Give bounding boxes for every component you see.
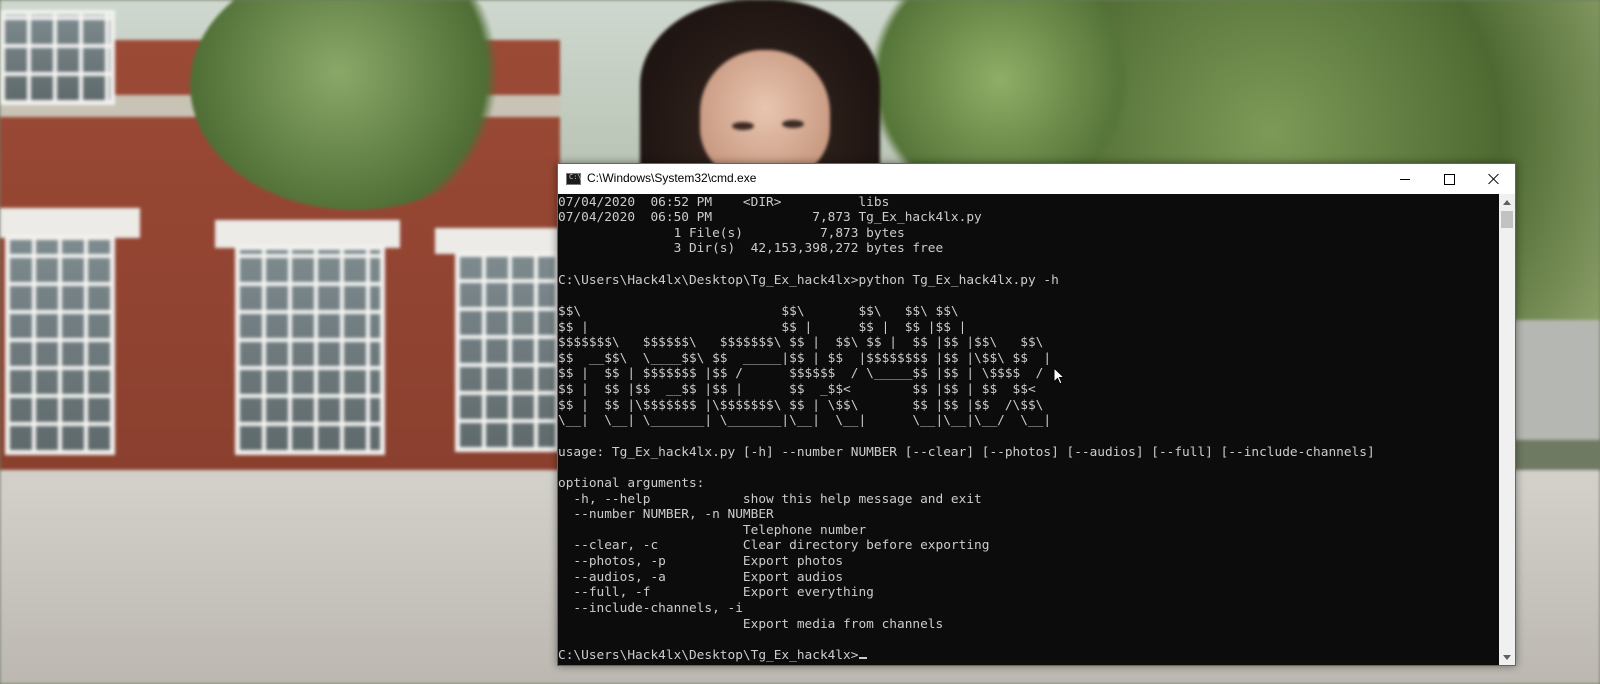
ascii-art-line: $$ | $$ | $$ | $$ |$$ | <box>558 320 967 335</box>
wallpaper-person-eye <box>732 122 754 130</box>
close-icon <box>1488 173 1500 185</box>
minimize-button[interactable] <box>1382 164 1427 194</box>
console-output[interactable]: 07/04/2020 06:52 PM <DIR> libs 07/04/202… <box>558 194 1499 665</box>
ascii-art-line: $$$$$$$\ $$$$$$\ $$$$$$$\ $$ | $$\ $$ | … <box>558 335 1044 350</box>
command-prompt-line[interactable]: C:\Users\Hack4lx\Desktop\Tg_Ex_hack4lx> <box>558 648 868 664</box>
maximize-button[interactable] <box>1427 164 1472 194</box>
ascii-art-line: $$ | $$ | $$$$$$$ |$$ / $$$$$$ / \_____$… <box>558 366 1044 381</box>
cmd-window[interactable]: C:\ C:\Windows\System32\cmd.exe 07/04/20… <box>557 163 1516 666</box>
scrollbar-thumb[interactable] <box>1501 211 1513 228</box>
console-line: --include-channels, -i <box>558 601 743 616</box>
console-line: --clear, -c Clear directory before expor… <box>558 538 990 553</box>
usage-line: usage: Tg_Ex_hack4lx.py [-h] --number NU… <box>558 445 1375 460</box>
console-line: optional arguments: <box>558 476 705 491</box>
console-line: 07/04/2020 06:52 PM <DIR> libs <box>558 195 890 210</box>
scroll-up-button[interactable] <box>1499 194 1515 210</box>
text-caret <box>859 657 868 659</box>
wallpaper-window-lintel <box>215 220 400 248</box>
console-line: 1 File(s) 7,873 bytes <box>558 226 905 241</box>
mouse-pointer-icon <box>1053 367 1065 385</box>
minimize-icon <box>1399 178 1410 180</box>
scroll-up-arrow-icon <box>1503 199 1511 205</box>
ascii-art-line: $$ | $$ |$$ __$$ |$$ | $$ _$$< $$ |$$ | … <box>558 382 1036 397</box>
window-title: C:\Windows\System32\cmd.exe <box>587 171 757 185</box>
wallpaper-window-lintel <box>435 228 560 254</box>
ascii-art-line: $$ __$$\ \____$$\ $$ _____|$$ | $$ |$$$$… <box>558 351 1052 366</box>
console-line: 3 Dir(s) 42,153,398,272 bytes free <box>558 241 944 256</box>
console-line: --number NUMBER, -n NUMBER <box>558 507 774 522</box>
wallpaper-window <box>5 235 115 455</box>
wallpaper-window-lintel <box>0 208 140 238</box>
console-line: --photos, -p Export photos <box>558 554 844 569</box>
title-bar[interactable]: C:\ C:\Windows\System32\cmd.exe <box>558 164 1515 194</box>
wallpaper-person-eye <box>782 120 804 128</box>
console-line: --audios, -a Export audios <box>558 570 844 585</box>
scroll-down-button[interactable] <box>1499 649 1515 665</box>
close-button[interactable] <box>1471 164 1516 194</box>
wallpaper-building-right <box>1510 320 1600 440</box>
console-line: C:\Users\Hack4lx\Desktop\Tg_Ex_hack4lx>p… <box>558 273 1059 288</box>
maximize-icon <box>1444 173 1455 185</box>
vertical-scrollbar[interactable] <box>1499 194 1515 665</box>
console-line: Telephone number <box>558 523 867 538</box>
console-line: --full, -f Export everything <box>558 585 874 600</box>
scroll-down-arrow-icon <box>1503 654 1511 660</box>
wallpaper-window <box>455 252 560 452</box>
console-app-icon-glyph: C:\ <box>569 173 582 181</box>
wallpaper-window <box>0 10 115 105</box>
command-prompt: C:\Users\Hack4lx\Desktop\Tg_Ex_hack4lx> <box>558 648 859 663</box>
console-line: Export media from channels <box>558 617 944 632</box>
console-app-icon[interactable]: C:\ <box>566 173 582 185</box>
ascii-art-line: \__| \__| \_______| \_______|\__| \__| \… <box>558 413 1052 428</box>
wallpaper-person-face <box>700 50 830 180</box>
wallpaper-window <box>235 245 385 455</box>
ascii-art-line: $$ | $$ |\$$$$$$$ |\$$$$$$$\ $$ | \$$\ $… <box>558 398 1044 413</box>
console-line: -h, --help show this help message and ex… <box>558 492 982 507</box>
ascii-art-line: $$\ $$\ $$\ $$\ $$\ <box>558 304 959 319</box>
console-line: 07/04/2020 06:50 PM 7,873 Tg_Ex_hack4lx.… <box>558 210 982 225</box>
